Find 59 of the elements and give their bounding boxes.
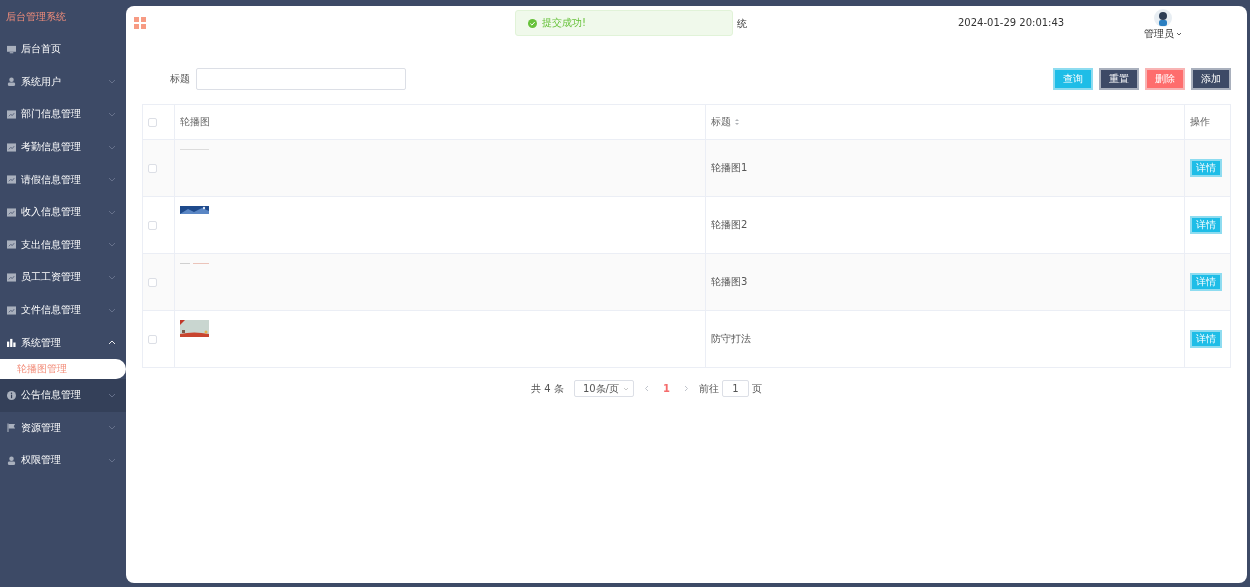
sort-icon[interactable] xyxy=(734,118,740,126)
user-icon xyxy=(7,455,16,465)
chevron-down-icon xyxy=(108,307,116,313)
flag-icon xyxy=(7,423,16,433)
chevron-down-icon xyxy=(108,79,116,85)
toast-message: 提交成功! xyxy=(542,16,586,30)
caret-icon[interactable] xyxy=(1176,32,1182,36)
column-header[interactable]: 标题 xyxy=(705,104,1185,140)
goto-label: 前往 xyxy=(698,381,719,396)
user-icon xyxy=(7,77,16,87)
page-suffix: 页 xyxy=(751,381,762,396)
row-checkbox[interactable] xyxy=(148,277,157,287)
field-label: 标题 xyxy=(170,71,190,86)
chevron-down-icon xyxy=(108,144,116,150)
chart-icon xyxy=(7,207,16,217)
row-checkbox[interactable] xyxy=(148,220,157,230)
next-page-icon[interactable] xyxy=(683,385,689,392)
grid-icon[interactable] xyxy=(134,17,146,29)
table-cell: 轮播图2 xyxy=(705,196,1185,254)
chevron-down-icon xyxy=(108,392,116,398)
select-all-checkbox[interactable] xyxy=(148,117,157,127)
action-button[interactable]: 添加 xyxy=(1191,67,1231,90)
chart-icon xyxy=(7,305,16,315)
table-cell: 轮播图3 xyxy=(705,253,1185,311)
chevron-down-icon xyxy=(108,177,116,183)
chart-icon xyxy=(7,272,16,282)
page-size-select[interactable]: 10条/页 xyxy=(573,380,634,397)
user-menu[interactable]: 管理员 xyxy=(1144,27,1174,41)
chevron-down-icon xyxy=(108,274,116,280)
row-checkbox[interactable] xyxy=(148,163,157,173)
page-title: 统 xyxy=(737,17,747,31)
info-icon xyxy=(7,390,16,400)
datetime: 2024-01-29 20:01:43 xyxy=(958,17,1065,28)
avatar-icon[interactable] xyxy=(1154,9,1172,27)
column-header: 操作 xyxy=(1184,104,1231,140)
chevron-down-icon xyxy=(108,242,116,248)
prev-page-icon[interactable] xyxy=(643,385,649,392)
chevron-down-icon xyxy=(108,209,116,215)
monitor-icon xyxy=(7,44,16,54)
app-title: 后台管理系统 xyxy=(5,10,67,24)
sidebar-item[interactable]: 公告信息管理 xyxy=(0,378,126,412)
chart-icon xyxy=(7,175,16,185)
chart-icon xyxy=(7,142,16,152)
action-button[interactable]: 重置 xyxy=(1099,67,1139,90)
chevron-down-icon xyxy=(108,112,116,117)
check-circle-icon xyxy=(528,18,537,28)
column-header: 轮播图 xyxy=(174,104,706,140)
chart-icon xyxy=(7,110,16,119)
chart-icon xyxy=(7,240,16,250)
chevron-up-icon xyxy=(108,340,116,346)
chevron-down-icon xyxy=(108,457,116,463)
title-search-field[interactable] xyxy=(196,67,406,90)
table-cell: 防守打法 xyxy=(705,310,1185,368)
page-input[interactable]: 1 xyxy=(721,380,749,397)
total-count: 共 4 条 xyxy=(531,381,564,396)
chevron-down-icon xyxy=(108,425,116,431)
table-cell: 轮播图1 xyxy=(705,139,1185,197)
row-checkbox[interactable] xyxy=(148,334,157,344)
bar-chart-icon xyxy=(7,338,16,348)
